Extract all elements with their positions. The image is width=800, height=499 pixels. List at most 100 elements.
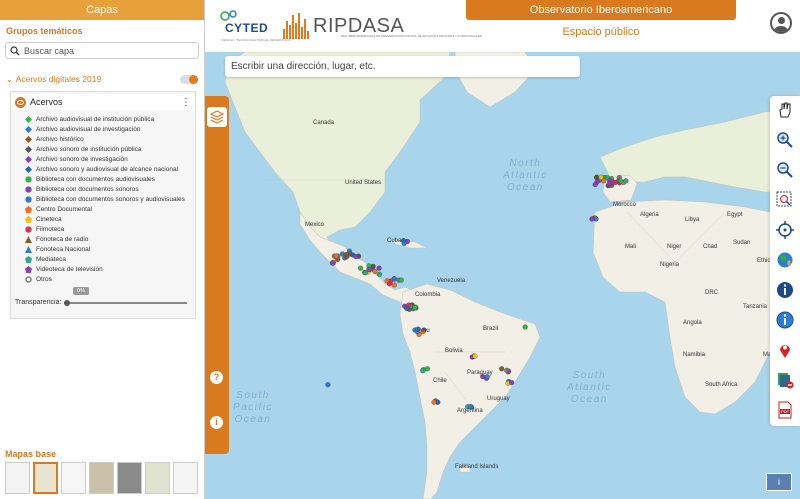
label-canada: Canada: [313, 120, 335, 126]
map-marker[interactable]: [601, 178, 607, 184]
group-label[interactable]: ⌄ Acervos digitales 2019: [6, 74, 101, 84]
map-marker[interactable]: [589, 216, 595, 222]
map-marker[interactable]: [343, 252, 349, 258]
print-icon[interactable]: [776, 371, 794, 389]
info-icon[interactable]: [776, 281, 794, 299]
group-toggle[interactable]: [180, 74, 198, 84]
pdf-icon[interactable]: PDF: [776, 401, 794, 419]
label-niger: Niger: [667, 244, 682, 250]
observatory-subtitle: Espacio público: [562, 26, 640, 38]
locate-icon[interactable]: [776, 221, 794, 239]
map-marker[interactable]: [353, 254, 359, 260]
legend-item: Archivo audiovisual de institución públi…: [25, 114, 191, 124]
basemap-dark[interactable]: [117, 462, 142, 494]
label-brazil: Brazil: [483, 326, 499, 332]
sidebar-title: Capas: [0, 0, 204, 20]
about-info-icon[interactable]: i: [210, 416, 223, 429]
label-tanzania: Tanzania: [743, 304, 768, 310]
circle-symbol-icon: [25, 185, 32, 193]
map-marker[interactable]: [499, 366, 505, 372]
map-info-button[interactable]: i: [766, 473, 792, 491]
basemap-light[interactable]: [5, 462, 30, 494]
legend-label: Biblioteca con documentos sonoros y audi…: [36, 195, 185, 203]
group-name: Acervos digitales 2019: [15, 74, 102, 84]
map-marker[interactable]: [594, 175, 600, 181]
opacity-value: 0%: [73, 287, 89, 295]
map-marker[interactable]: [412, 305, 418, 311]
map-marker[interactable]: [404, 305, 410, 311]
layer-search-input[interactable]: Buscar capa: [5, 42, 199, 59]
legend-label: Fonoteca Nacional: [36, 245, 91, 253]
map-marker[interactable]: [376, 271, 382, 277]
opacity-label: Transparencia:: [15, 299, 62, 306]
map-marker[interactable]: [357, 265, 364, 271]
map-marker[interactable]: [504, 367, 510, 373]
label-mexico: Mexico: [305, 222, 325, 228]
group-row[interactable]: ⌄ Acervos digitales 2019: [0, 73, 204, 85]
eye-icon[interactable]: [15, 96, 26, 108]
map-marker[interactable]: [509, 380, 515, 386]
logo-bar: [283, 29, 285, 39]
map-marker[interactable]: [618, 178, 624, 184]
map-marker[interactable]: [431, 399, 437, 405]
pan-icon[interactable]: [776, 101, 794, 119]
info-circle-icon[interactable]: [776, 311, 794, 329]
label-sudan: Sudan: [733, 240, 751, 246]
legend-label: Archivo histórico: [36, 135, 84, 143]
pin-icon[interactable]: [776, 341, 794, 359]
globe-icon[interactable]: [776, 251, 794, 269]
basemap-gray[interactable]: [61, 462, 86, 494]
ripdasa-logo: RIPDASA RED IBEROAMERICANA DE PRESERVACI…: [283, 10, 482, 42]
legend-label: Centro Documental: [36, 205, 92, 213]
legend-item: Archivo sonoro de investigación: [25, 154, 191, 164]
zoom-box-icon[interactable]: [776, 191, 794, 209]
header: CYTED CIENCIA Y TECNOLOGÍA PARA EL DESAR…: [205, 0, 800, 52]
map-marker[interactable]: [420, 368, 426, 374]
map-marker[interactable]: [372, 268, 378, 274]
layer-menu-icon[interactable]: ⋮: [181, 97, 191, 108]
diamond-symbol-icon: [25, 145, 32, 153]
basemap-topo[interactable]: [89, 462, 114, 494]
map-marker[interactable]: [391, 276, 398, 282]
basemap-streets[interactable]: [33, 462, 58, 494]
layers-toggle-button[interactable]: [207, 107, 227, 127]
map-marker[interactable]: [592, 182, 598, 188]
map-marker[interactable]: [401, 240, 407, 246]
map-marker[interactable]: [376, 265, 382, 271]
label-argentina: Argentina: [457, 408, 483, 414]
left-panel-tab: [205, 96, 229, 454]
map-marker[interactable]: [333, 253, 339, 259]
legend-item: Archivo histórico: [25, 134, 191, 144]
basemap-terrain[interactable]: [145, 462, 170, 494]
label-mali: Mali: [625, 244, 637, 250]
address-search-input[interactable]: Escribir una dirección, lugar, etc.: [225, 56, 580, 77]
zoom-out-icon[interactable]: [776, 161, 794, 179]
ring-symbol-icon: [25, 275, 32, 283]
circle-symbol-icon: [25, 225, 32, 233]
legend-item: Mediateca: [25, 254, 191, 264]
help-icon[interactable]: ?: [210, 371, 223, 384]
map-marker[interactable]: [398, 277, 404, 283]
observatory-title: Observatorio Iberoamericano: [466, 0, 736, 20]
legend-item: Fonoteca Nacional: [25, 244, 191, 254]
label-nigeria: Nigeria: [660, 262, 680, 268]
label-cuba: Cuba: [387, 238, 402, 244]
pentagon-symbol-icon: [25, 265, 32, 273]
map-marker[interactable]: [522, 324, 528, 330]
opacity-slider[interactable]: [64, 299, 187, 306]
map-marker[interactable]: [386, 281, 393, 287]
map-marker[interactable]: [472, 353, 478, 359]
map-marker[interactable]: [623, 178, 629, 184]
zoom-in-icon[interactable]: [776, 131, 794, 149]
logo-bar: [286, 21, 288, 39]
layer-card: Acervos ⋮ Archivo audiovisual de institu…: [10, 91, 196, 319]
map-marker[interactable]: [325, 382, 331, 388]
user-account-icon[interactable]: [770, 12, 792, 34]
legend-label: Biblioteca con documentos sonoros: [36, 185, 139, 193]
map-marker[interactable]: [330, 260, 336, 266]
map-marker[interactable]: [362, 270, 368, 276]
map-marker[interactable]: [391, 282, 397, 288]
label-morocco: Morocco: [613, 202, 637, 208]
map-view[interactable]: Escribir una dirección, lugar, etc. Nort…: [205, 52, 800, 499]
basemap-osm[interactable]: [173, 462, 198, 494]
